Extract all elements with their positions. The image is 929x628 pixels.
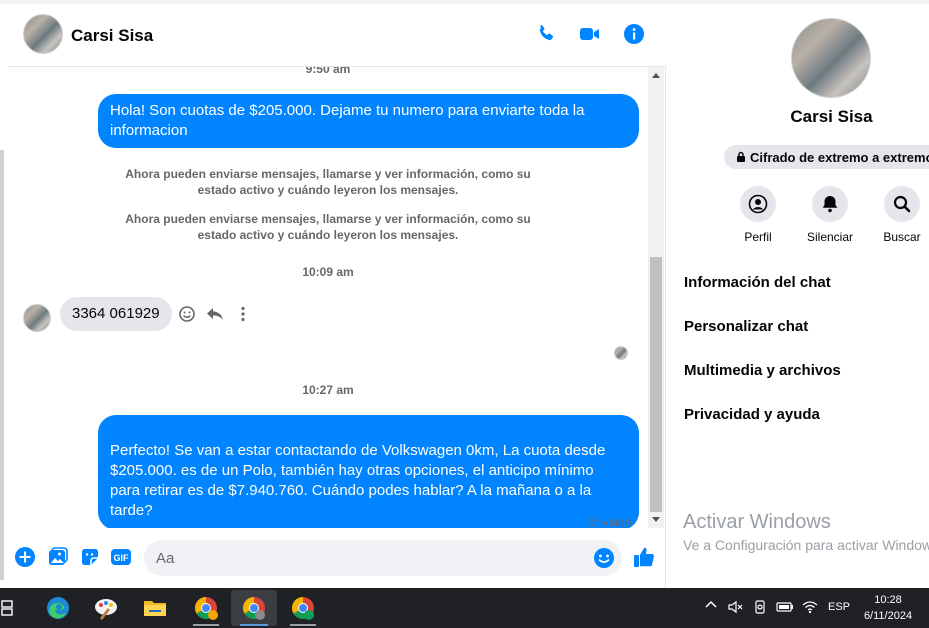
reply-icon[interactable]: [206, 305, 224, 323]
volume-muted-icon[interactable]: [727, 599, 743, 618]
chat-pane: Carsi Sisa 9:50 am Hola! Son cuotas de $…: [8, 4, 666, 588]
device-icon[interactable]: [752, 599, 768, 618]
search-label: Buscar: [883, 230, 921, 244]
sent-status: Enviado: [588, 515, 632, 528]
left-edge-bar: [0, 150, 4, 580]
file-explorer-icon[interactable]: [141, 594, 169, 622]
customize-chat-item[interactable]: Personalizar chat: [684, 318, 808, 335]
gif-icon[interactable]: GIF: [110, 546, 132, 568]
image-icon[interactable]: [47, 546, 69, 568]
chrome-running-indicator: [193, 624, 219, 626]
outgoing-message[interactable]: Perfecto! Se van a estar contactando de …: [98, 415, 639, 528]
chrome-running-indicator-2: [290, 624, 316, 626]
composer: GIF: [8, 532, 666, 588]
scroll-thumb[interactable]: [650, 257, 662, 512]
lock-icon: [736, 150, 746, 165]
clock[interactable]: 10:28 6/11/2024: [857, 592, 919, 624]
contact-avatar[interactable]: [23, 14, 63, 54]
chrome-profile-icon[interactable]: [240, 594, 268, 622]
profile-label: Perfil: [744, 230, 772, 244]
profile-action[interactable]: Perfil: [728, 186, 788, 244]
mute-label: Silenciar: [806, 230, 854, 244]
chrome-icon[interactable]: [192, 594, 220, 622]
activate-windows-subtitle: Ve a Configuración para activar Windows.: [683, 537, 929, 553]
e2e-label: Cifrado de extremo a extremo: [750, 149, 929, 165]
message-actions: [178, 305, 252, 323]
timestamp: 9:50 am: [305, 67, 351, 76]
system-message: Ahora pueden enviarse mensajes, llamarse…: [125, 212, 531, 242]
read-receipt-avatar: [614, 346, 628, 360]
message-input-box[interactable]: [144, 540, 622, 576]
message-input[interactable]: [156, 540, 576, 576]
wifi-icon[interactable]: [802, 599, 818, 618]
react-icon[interactable]: [178, 305, 196, 323]
svg-text:GIF: GIF: [114, 553, 130, 563]
taskbar: ESP 10:28 6/11/2024: [0, 588, 929, 628]
add-icon[interactable]: [14, 546, 36, 568]
timestamp: 10:27 am: [302, 383, 354, 397]
privacy-help-item[interactable]: Privacidad y ayuda: [684, 406, 820, 423]
search-action[interactable]: Buscar: [872, 186, 929, 244]
chrome-profile-icon-2[interactable]: [289, 594, 317, 622]
activate-windows-title: Activar Windows: [683, 511, 831, 533]
search-icon[interactable]: [884, 186, 920, 222]
scroll-up-arrow[interactable]: [652, 73, 660, 78]
clock-date: 6/11/2024: [863, 610, 913, 622]
messenger-window: Carsi Sisa 9:50 am Hola! Son cuotas de $…: [0, 0, 929, 588]
contact-name[interactable]: Carsi Sisa: [71, 26, 153, 46]
task-view-icon[interactable]: [0, 598, 14, 618]
tray-chevron-icon[interactable]: [704, 598, 718, 615]
active-running-indicator: [240, 624, 268, 626]
phone-icon[interactable]: [534, 22, 558, 46]
info-icon[interactable]: [622, 22, 646, 46]
scroll-down-arrow[interactable]: [652, 517, 660, 522]
like-icon[interactable]: [632, 545, 656, 569]
video-icon[interactable]: [578, 22, 602, 46]
info-pane: Carsi Sisa Cifrado de extremo a extremo …: [667, 4, 929, 588]
chat-info-item[interactable]: Información del chat: [684, 274, 831, 291]
language-indicator[interactable]: ESP: [828, 601, 850, 613]
message-list: 9:50 am Hola! Son cuotas de $205.000. De…: [8, 67, 648, 528]
profile-icon[interactable]: [740, 186, 776, 222]
mute-action[interactable]: Silenciar: [800, 186, 860, 244]
emoji-icon[interactable]: [593, 547, 615, 569]
more-icon[interactable]: [234, 305, 252, 323]
system-message: Ahora pueden enviarse mensajes, llamarse…: [125, 167, 531, 197]
battery-icon[interactable]: [776, 599, 794, 618]
paint-icon[interactable]: [92, 594, 120, 622]
chat-header: Carsi Sisa: [8, 4, 666, 67]
info-avatar[interactable]: [791, 18, 871, 98]
outgoing-message[interactable]: Hola! Son cuotas de $205.000. Dejame tu …: [98, 94, 639, 148]
media-files-item[interactable]: Multimedia y archivos: [684, 362, 841, 379]
message-scrollbar[interactable]: [648, 67, 664, 528]
contact-avatar-small[interactable]: [23, 304, 51, 332]
timestamp: 10:09 am: [302, 265, 354, 279]
clock-time: 10:28: [874, 594, 902, 606]
bell-icon[interactable]: [812, 186, 848, 222]
edge-icon[interactable]: [44, 594, 72, 622]
info-contact-name: Carsi Sisa: [790, 107, 873, 126]
incoming-message[interactable]: 3364 061929: [60, 297, 172, 331]
e2e-badge[interactable]: Cifrado de extremo a extremo: [724, 145, 929, 169]
sticker-icon[interactable]: [79, 546, 101, 568]
